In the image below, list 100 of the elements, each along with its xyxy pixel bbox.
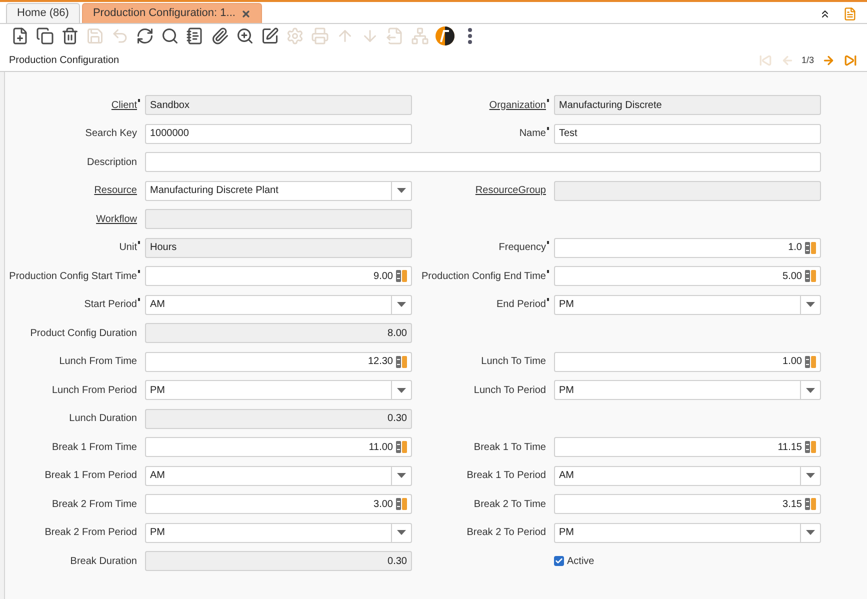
- calculator-icon[interactable]: [805, 498, 816, 510]
- previous-icon: [780, 54, 794, 67]
- field-label: Break 2 From Period: [44, 526, 137, 540]
- document-icon[interactable]: [843, 7, 857, 21]
- tab[interactable]: Production Configuration: 1...: [82, 3, 262, 23]
- copy-button[interactable]: [34, 25, 56, 47]
- dropdown-field[interactable]: AM: [554, 466, 821, 486]
- field-link[interactable]: Resource: [94, 182, 137, 199]
- calculator-icon[interactable]: [805, 270, 816, 282]
- refresh-icon: [136, 27, 154, 45]
- field-label: Search Key: [85, 127, 137, 141]
- field-value: AM: [149, 469, 166, 483]
- number-field[interactable]: 11.00: [145, 437, 412, 457]
- field-value: 0.30: [388, 554, 407, 568]
- field-value: PM: [558, 298, 575, 312]
- field-label: Lunch Duration: [69, 412, 137, 426]
- field-value: Hours: [150, 241, 177, 255]
- field-label: Production Config Start Time: [9, 270, 137, 284]
- checkbox-label: Active: [567, 554, 594, 568]
- export-icon: [386, 27, 404, 45]
- first-record-icon: [758, 54, 772, 67]
- collapse-icon[interactable]: [819, 8, 831, 20]
- dropdown-field[interactable]: Manufacturing Discrete Plant: [145, 180, 412, 200]
- caret-icon: [806, 302, 815, 307]
- tab[interactable]: Home (86): [6, 3, 80, 23]
- text-field[interactable]: [145, 152, 821, 172]
- field-value: Manufacturing Discrete Plant: [149, 184, 280, 198]
- field-value: AM: [558, 469, 575, 483]
- number-field[interactable]: 12.30: [145, 352, 412, 372]
- field-label: Lunch From Time: [59, 355, 137, 369]
- calculator-icon[interactable]: [805, 242, 816, 254]
- field-value: 1.00: [782, 355, 802, 369]
- notebook-icon: [186, 27, 204, 45]
- field-label: Name: [519, 127, 546, 141]
- dropdown-field[interactable]: PM: [145, 522, 412, 542]
- logo-button[interactable]: [434, 25, 456, 47]
- field-label: Break 1 To Period: [466, 469, 546, 483]
- text-field[interactable]: Test: [554, 124, 821, 144]
- copy-icon: [36, 27, 54, 45]
- printer-icon: [311, 27, 329, 45]
- dropdown-field[interactable]: PM: [554, 294, 821, 314]
- zoom-icon: [236, 27, 254, 45]
- field-label: Break 2 To Time: [474, 498, 546, 512]
- trash-icon: [61, 27, 79, 45]
- field-link[interactable]: Organization: [489, 96, 546, 114]
- arrow-down-icon: [361, 27, 379, 45]
- field-link[interactable]: Client: [111, 96, 137, 114]
- field-value: 1.0: [788, 241, 802, 255]
- caret-icon: [397, 388, 406, 392]
- calculator-icon[interactable]: [396, 270, 407, 282]
- field-value: 3.00: [374, 498, 393, 512]
- number-field[interactable]: 3.15: [554, 494, 821, 514]
- number-field[interactable]: 3.00: [145, 494, 412, 514]
- save-icon: [86, 27, 104, 45]
- number-field[interactable]: 5.00: [554, 266, 821, 286]
- active-checkbox[interactable]: Active: [554, 551, 594, 571]
- last-record-icon: [844, 54, 856, 67]
- field-value: PM: [558, 384, 575, 398]
- caret-icon: [397, 530, 406, 535]
- field-value: 11.15: [778, 440, 802, 454]
- close-icon[interactable]: [241, 8, 252, 18]
- calculator-icon[interactable]: [805, 356, 816, 368]
- calculator-icon[interactable]: [396, 441, 407, 453]
- text-field[interactable]: 1000000: [145, 124, 412, 144]
- field-label: Break 1 To Time: [474, 440, 546, 454]
- field-label: Start Period: [84, 298, 137, 312]
- field-label: Description: [86, 156, 137, 170]
- field-label: Lunch To Time: [481, 355, 546, 369]
- dropdown-field[interactable]: PM: [554, 380, 821, 400]
- tab-label: Production Configuration: 1...: [92, 6, 236, 22]
- last-record-button[interactable]: [842, 52, 858, 68]
- new-record-icon: [11, 27, 29, 45]
- calculator-icon[interactable]: [396, 498, 407, 510]
- field-label: Break 1 From Time: [52, 440, 137, 454]
- field-value: Manufacturing Discrete: [559, 98, 662, 112]
- field-link[interactable]: ResourceGroup: [475, 182, 546, 199]
- checkbox[interactable]: [554, 556, 564, 566]
- dropdown-field[interactable]: AM: [145, 294, 412, 314]
- caret-icon: [806, 473, 815, 478]
- number-field[interactable]: 11.15: [554, 437, 821, 457]
- field-label: Production Config End Time: [421, 270, 546, 284]
- number-field[interactable]: 1.0: [554, 238, 821, 258]
- undo-icon: [111, 27, 129, 45]
- field-label: End Period: [496, 298, 546, 312]
- field-link[interactable]: Workflow: [96, 210, 137, 228]
- number-field[interactable]: 1.00: [554, 352, 821, 372]
- field-value: Sandbox: [150, 98, 190, 112]
- field-value: PM: [149, 384, 166, 398]
- dropdown-field[interactable]: AM: [145, 466, 412, 486]
- calculator-icon[interactable]: [805, 441, 816, 453]
- dropdown-field[interactable]: PM: [554, 522, 821, 542]
- number-field[interactable]: 9.00: [145, 266, 412, 286]
- caret-icon: [397, 188, 406, 193]
- field-label: Frequency: [498, 241, 546, 255]
- calculator-icon[interactable]: [396, 356, 407, 368]
- record-counter: 1/3: [801, 54, 814, 67]
- field-value: 8.00: [388, 326, 407, 340]
- dropdown-field[interactable]: PM: [145, 380, 412, 400]
- field-label: Unit: [119, 241, 137, 255]
- field-value: 5.00: [782, 270, 802, 284]
